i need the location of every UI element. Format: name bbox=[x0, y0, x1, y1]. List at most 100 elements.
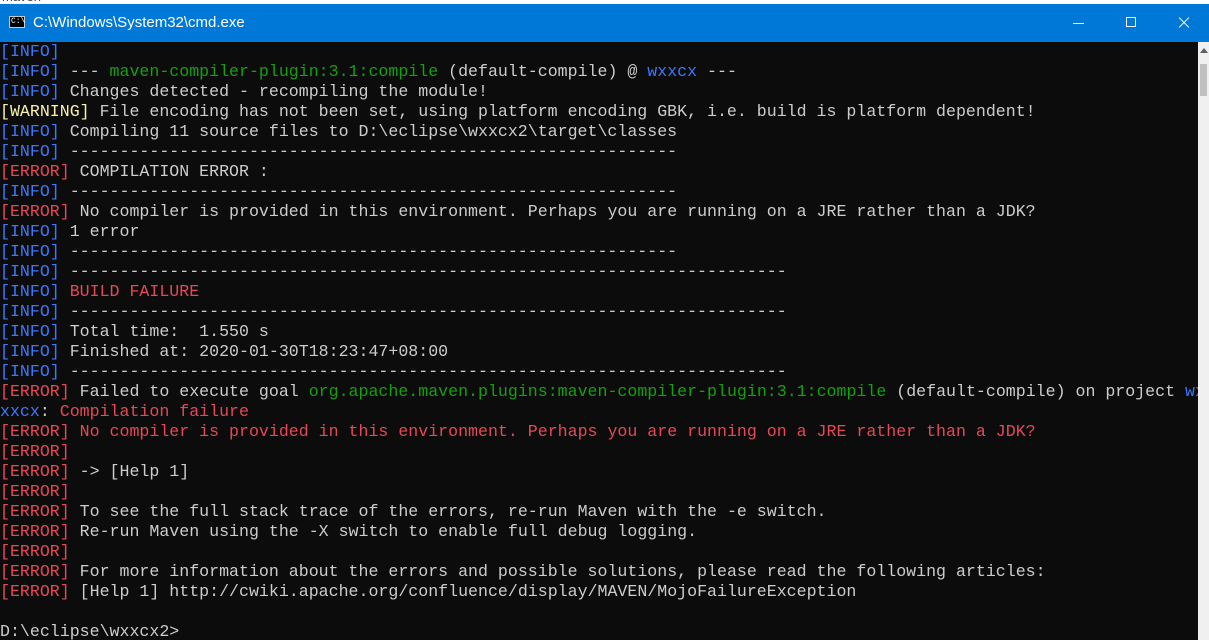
log-level-tag: [INFO] bbox=[0, 222, 60, 241]
log-level-tag: [INFO] bbox=[0, 62, 60, 81]
console-text: No compiler is provided in this environm… bbox=[69, 422, 1036, 441]
console-line: [INFO] BUILD FAILURE bbox=[0, 282, 1198, 302]
log-level-tag: [INFO] bbox=[0, 342, 60, 361]
console-text: ----------------------------------------… bbox=[59, 242, 678, 261]
console-text: To see the full stack trace of the error… bbox=[69, 502, 827, 521]
console-text: ----------------------------------------… bbox=[59, 362, 787, 381]
console-line: [INFO] 1 error bbox=[0, 222, 1198, 242]
log-level-tag: [INFO] bbox=[0, 262, 60, 281]
log-level-tag: [ERROR] bbox=[0, 542, 70, 561]
console-line: [ERROR] COMPILATION ERROR : bbox=[0, 162, 1198, 182]
console-line: [INFO] bbox=[0, 42, 1198, 62]
console-text: Compilation failure bbox=[59, 402, 249, 421]
log-level-tag: [INFO] bbox=[0, 82, 60, 101]
console-text: wxxcx bbox=[647, 62, 698, 81]
console-text: maven-compiler-plugin:3.1:compile bbox=[109, 62, 439, 81]
log-level-tag: [INFO] bbox=[0, 242, 60, 261]
log-level-tag: [INFO] bbox=[0, 142, 60, 161]
console-line: [INFO] ---------------------------------… bbox=[0, 242, 1198, 262]
log-level-tag: [ERROR] bbox=[0, 202, 70, 221]
scroll-up-arrow-icon[interactable] bbox=[1198, 42, 1209, 59]
console-text: --- bbox=[59, 62, 110, 81]
log-level-tag: [ERROR] bbox=[0, 162, 70, 181]
console-text: wx bbox=[1185, 382, 1198, 401]
log-level-tag: [ERROR] bbox=[0, 522, 70, 541]
console-text: D:\eclipse\wxxcx2> bbox=[0, 622, 180, 640]
window-title: C:\Windows\System32\cmd.exe bbox=[33, 14, 245, 31]
console-text: Re-run Maven using the -X switch to enab… bbox=[69, 522, 698, 541]
console-text: COMPILATION ERROR : bbox=[69, 162, 269, 181]
log-level-tag: [ERROR] bbox=[0, 442, 70, 461]
console-line: [INFO] ---------------------------------… bbox=[0, 142, 1198, 162]
cmd-icon-label: C:\ bbox=[11, 17, 26, 26]
console-line: [ERROR] bbox=[0, 542, 1198, 562]
console-text: (default-compile) @ bbox=[438, 62, 648, 81]
console-line: [INFO] Total time: 1.550 s bbox=[0, 322, 1198, 342]
vertical-scrollbar[interactable] bbox=[1198, 42, 1209, 640]
console-line: [INFO] ---------------------------------… bbox=[0, 262, 1198, 282]
console-line: [ERROR] No compiler is provided in this … bbox=[0, 422, 1198, 442]
console-line: [ERROR] bbox=[0, 482, 1198, 502]
log-level-tag: [WARNING] bbox=[0, 102, 90, 121]
log-level-tag: [ERROR] bbox=[0, 382, 70, 401]
console-output[interactable]: [INFO] [INFO] --- maven-compiler-plugin:3… bbox=[0, 42, 1198, 640]
console-line: xxcx: Compilation failure bbox=[0, 402, 1198, 422]
console-line: [INFO] ---------------------------------… bbox=[0, 182, 1198, 202]
log-level-tag: [INFO] bbox=[0, 42, 60, 61]
console-text: For more information about the errors an… bbox=[69, 562, 1046, 581]
maximize-button[interactable] bbox=[1105, 4, 1157, 42]
log-level-tag: [ERROR] bbox=[0, 562, 70, 581]
console-text: No compiler is provided in this environm… bbox=[69, 202, 1036, 221]
scrollbar-thumb[interactable] bbox=[1200, 64, 1207, 96]
console-line: [ERROR] bbox=[0, 442, 1198, 462]
log-level-tag: [INFO] bbox=[0, 282, 60, 301]
console-text: File encoding has not been set, using pl… bbox=[89, 102, 1036, 121]
console-text: -> [Help 1] bbox=[69, 462, 190, 481]
console-line: [INFO] Changes detected - recompiling th… bbox=[0, 82, 1198, 102]
console-line: [INFO] Compiling 11 source files to D:\e… bbox=[0, 122, 1198, 142]
console-line: [ERROR] Failed to execute goal org.apach… bbox=[0, 382, 1198, 402]
log-level-tag: [INFO] bbox=[0, 362, 60, 381]
console-text: : bbox=[39, 402, 60, 421]
console-line: [INFO] ---------------------------------… bbox=[0, 302, 1198, 322]
log-level-tag: [INFO] bbox=[0, 122, 60, 141]
minimize-button[interactable] bbox=[1052, 4, 1104, 42]
console-text: ----------------------------------------… bbox=[59, 142, 678, 161]
console-text: ----------------------------------------… bbox=[59, 182, 678, 201]
console-text: 1 error bbox=[59, 222, 140, 241]
console-text: xxcx bbox=[0, 402, 40, 421]
console-text: --- bbox=[697, 62, 737, 81]
console-line: [ERROR] [Help 1] http://cwiki.apache.org… bbox=[0, 582, 1198, 602]
console-line: [ERROR] Re-run Maven using the -X switch… bbox=[0, 522, 1198, 542]
console-text: ----------------------------------------… bbox=[59, 302, 787, 321]
console-line: [ERROR] No compiler is provided in this … bbox=[0, 202, 1198, 222]
console-text: BUILD FAILURE bbox=[59, 282, 200, 301]
cmd-app-icon[interactable]: C:\ bbox=[9, 16, 25, 28]
log-level-tag: [ERROR] bbox=[0, 422, 70, 441]
console-text: Compiling 11 source files to D:\eclipse\… bbox=[59, 122, 678, 141]
console-line: [ERROR] For more information about the e… bbox=[0, 562, 1198, 582]
console-line: [ERROR] To see the full stack trace of t… bbox=[0, 502, 1198, 522]
log-level-tag: [ERROR] bbox=[0, 502, 70, 521]
console-text: [Help 1] http://cwiki.apache.org/conflue… bbox=[69, 582, 857, 601]
console-text: org.apache.maven.plugins:maven-compiler-… bbox=[308, 382, 887, 401]
console-text: Changes detected - recompiling the modul… bbox=[59, 82, 488, 101]
console-line: [INFO] --- maven-compiler-plugin:3.1:com… bbox=[0, 62, 1198, 82]
log-level-tag: [ERROR] bbox=[0, 582, 70, 601]
console-text: Failed to execute goal bbox=[69, 382, 309, 401]
console-line: [INFO] Finished at: 2020-01-30T18:23:47+… bbox=[0, 342, 1198, 362]
console-text: (default-compile) on project bbox=[886, 382, 1186, 401]
console-text: Finished at: 2020-01-30T18:23:47+08:00 bbox=[59, 342, 449, 361]
title-bar[interactable]: C:\ C:\Windows\System32\cmd.exe bbox=[0, 4, 1209, 42]
close-button[interactable] bbox=[1157, 4, 1209, 42]
log-level-tag: [INFO] bbox=[0, 322, 60, 341]
log-level-tag: [INFO] bbox=[0, 302, 60, 321]
command-prompt-line: D:\eclipse\wxxcx2> bbox=[0, 622, 1198, 640]
console-text: ----------------------------------------… bbox=[59, 262, 787, 281]
console-line: [WARNING] File encoding has not been set… bbox=[0, 102, 1198, 122]
console-text: Total time: 1.550 s bbox=[59, 322, 269, 341]
log-level-tag: [INFO] bbox=[0, 182, 60, 201]
log-level-tag: [ERROR] bbox=[0, 462, 70, 481]
log-level-tag: [ERROR] bbox=[0, 482, 70, 501]
